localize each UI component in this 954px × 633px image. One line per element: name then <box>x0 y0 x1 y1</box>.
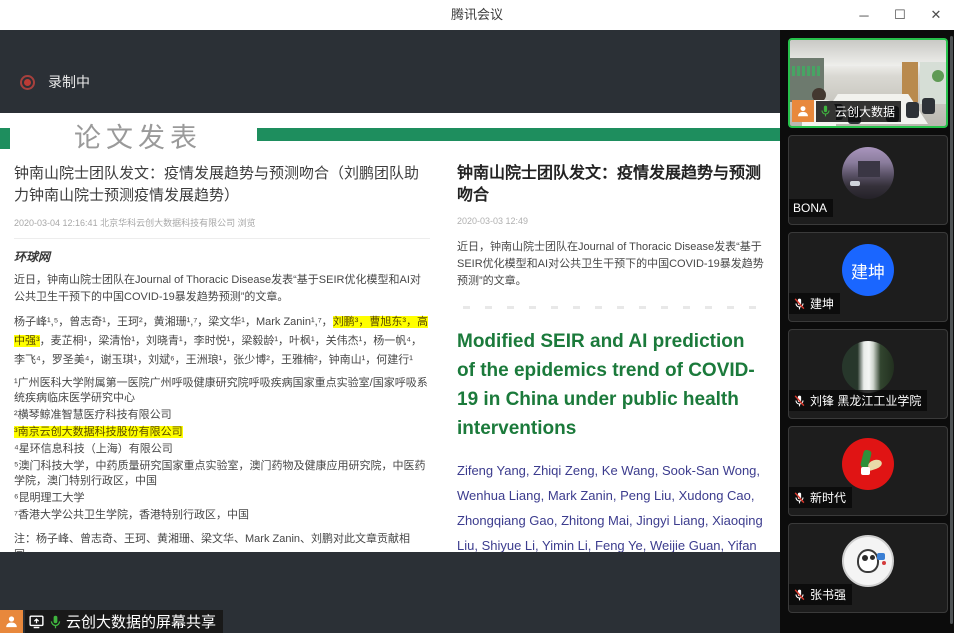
affiliation-item-highlighted: ³南京云创大数据科技股份有限公司 <box>14 425 430 440</box>
participant-name: 张书强 <box>810 586 846 603</box>
header-accent-bar <box>257 128 780 141</box>
paper-title-english: Modified SEIR and AI prediction of the e… <box>457 327 766 443</box>
left-article-authors: 杨子峰¹,⁵，曾志奇¹，王珂²，黄湘珊¹,⁷，梁文华¹，Mark Zanin¹,… <box>14 313 430 370</box>
recording-indicator: 录制中 <box>20 72 90 92</box>
participant-tile-zhangshuqiang[interactable]: 张书强 <box>788 523 948 613</box>
mic-muted-icon <box>793 297 806 311</box>
shared-document: 论文发表 钟南山院士团队发文：疫情发展趋势与预测吻合（刘鹏团队助力钟南山院士预测… <box>0 113 780 552</box>
shared-screen-region: 录制中 论文发表 钟南山院士团队发文：疫情发展趋势与预测吻合（刘鹏团队助力钟南山… <box>0 30 780 633</box>
right-article-headline: 钟南山院士团队发文：疫情发展趋势与预测吻合 <box>457 163 766 207</box>
window-title: 腾讯会议 <box>0 0 954 30</box>
affiliation-item: ⁶昆明理工大学 <box>14 491 430 506</box>
contribution-note: 注：杨子峰、曾志奇、王珂、黄湘珊、梁文华、Mark Zanin、刘鹏对此文章贡献… <box>14 530 430 552</box>
header-accent-square <box>0 128 10 149</box>
affiliation-item: ⁴星环信息科技（上海）有限公司 <box>14 442 430 457</box>
left-article-meta: 2020-03-04 12:16:41 北京华科云创大数据科技有限公司 浏览 <box>14 216 430 229</box>
participant-tile-yunchuang[interactable]: 云创大数据 <box>788 38 948 128</box>
mic-muted-icon <box>793 491 806 505</box>
person-icon <box>796 104 810 118</box>
avatar <box>842 147 894 199</box>
paper-authors-english: Zifeng Yang, Zhiqi Zeng, Ke Wang, Sook-S… <box>457 458 766 552</box>
page-title: 论文发表 <box>74 116 202 155</box>
recording-label: 录制中 <box>48 72 90 92</box>
affiliations-list: ¹广州医科大学附属第一医院广州呼吸健康研究院呼吸疾病国家重点实验室/国家呼吸系统… <box>14 376 430 523</box>
participant-tile-jiankun[interactable]: 建坤 建坤 <box>788 232 948 322</box>
avatar <box>842 438 894 490</box>
participant-tile-bona[interactable]: BONA <box>788 135 948 225</box>
mic-muted-icon <box>793 588 806 602</box>
screen-share-icon <box>28 613 45 630</box>
mic-on-icon <box>819 104 832 118</box>
avatar <box>842 341 894 393</box>
affiliation-item: ²横琴鲸准智慧医疗科技有限公司 <box>14 408 430 423</box>
participant-name: 建坤 <box>810 295 834 312</box>
participant-tile-liufeng[interactable]: 刘锋 黑龙江工业学院 <box>788 329 948 419</box>
left-article-headline: 钟南山院士团队发文：疫情发展趋势与预测吻合（刘鹏团队助力钟南山院士预测疫情发展趋… <box>14 163 430 207</box>
mic-on-icon <box>48 614 63 630</box>
minimize-button[interactable]: ─ <box>846 0 882 30</box>
sidebar-scrollbar[interactable] <box>950 36 953 624</box>
member-badge-icon <box>0 610 23 633</box>
maximize-button[interactable]: ☐ <box>882 0 918 30</box>
right-article-intro: 近日，钟南山院士团队在Journal of Thoracic Disease发表… <box>457 239 766 290</box>
affiliation-item: ¹广州医科大学附属第一医院广州呼吸健康研究院呼吸疾病国家重点实验室/国家呼吸系统… <box>14 376 430 406</box>
avatar: 建坤 <box>842 244 894 296</box>
member-badge-icon <box>792 100 814 122</box>
screen-share-label: 云创大数据的屏幕共享 <box>66 611 216 632</box>
affiliation-item: ⁵澳门科技大学，中药质量研究国家重点实验室，澳门药物及健康应用研究院，中医药学院… <box>14 459 430 489</box>
recording-dot-icon <box>20 75 35 90</box>
divider <box>14 238 430 239</box>
right-article-date: 2020-03-03 12:49 <box>457 216 766 226</box>
left-article: 钟南山院士团队发文：疫情发展趋势与预测吻合（刘鹏团队助力钟南山院士预测疫情发展趋… <box>14 163 440 552</box>
participant-name: 刘锋 黑龙江工业学院 <box>810 392 921 409</box>
avatar <box>842 535 894 587</box>
illegible-text-row <box>463 306 756 309</box>
right-article: 钟南山院士团队发文：疫情发展趋势与预测吻合 2020-03-03 12:49 近… <box>440 163 780 552</box>
left-article-intro: 近日，钟南山院士团队在Journal of Thoracic Disease发表… <box>14 272 430 306</box>
participant-name: 新时代 <box>810 489 846 506</box>
screen-share-status: 云创大数据的屏幕共享 <box>0 610 223 633</box>
close-button[interactable]: ✕ <box>918 0 954 30</box>
participant-tile-xinshidai[interactable]: 新时代 <box>788 426 948 516</box>
participants-sidebar: 云创大数据 BONA 建坤 建坤 <box>780 30 954 633</box>
window-titlebar: 腾讯会议 ─ ☐ ✕ <box>0 0 954 30</box>
mic-muted-icon <box>793 394 806 408</box>
left-article-source: 环球网 <box>14 248 430 265</box>
person-icon <box>4 614 19 629</box>
affiliation-item: ⁷香港大学公共卫生学院，香港特别行政区，中国 <box>14 508 430 523</box>
participant-name: 云创大数据 <box>835 103 895 120</box>
participant-name: BONA <box>793 201 827 215</box>
